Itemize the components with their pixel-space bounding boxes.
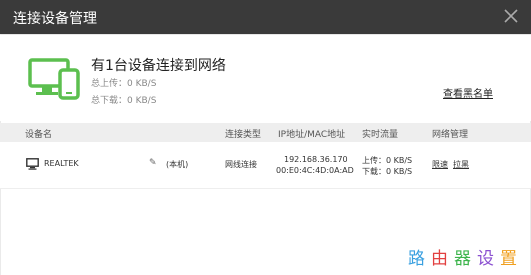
window-titlebar: 连接设备管理 (0, 0, 531, 34)
col-device-name: 设备名 (25, 130, 53, 140)
watermark-char: 由 (431, 249, 454, 269)
watermark-char: 器 (454, 249, 477, 269)
table-row: REALTEK ✎ (本机) 网线连接 192.168.36.170 00:E0… (0, 142, 531, 189)
watermark-char: 路 (408, 249, 431, 269)
watermark-char: 置 (500, 249, 523, 269)
block-link[interactable]: 拉黑 (453, 159, 469, 170)
devices-icon (28, 56, 80, 100)
upload-rate: 上传：0 KB/S (362, 156, 413, 165)
computer-icon (26, 158, 39, 170)
summary-panel: 有1台设备连接到网络 总上传：0 KB/S 总下载：0 KB/S 查看黑名单 (0, 35, 531, 121)
limit-speed-link[interactable]: 限速 (432, 159, 448, 170)
total-upload: 总上传：0 KB/S (91, 79, 157, 89)
col-ip-mac: IP地址/MAC地址 (278, 130, 346, 140)
download-rate: 下载：0 KB/S (362, 167, 413, 176)
connection-type: 网线连接 (225, 160, 257, 169)
device-name: REALTEK (44, 159, 79, 168)
col-traffic: 实时流量 (362, 130, 399, 140)
view-blacklist-link[interactable]: 查看黑名单 (443, 85, 493, 100)
connected-count-title: 有1台设备连接到网络 (91, 58, 226, 74)
close-icon[interactable] (503, 8, 519, 24)
col-net-mgmt: 网络管理 (432, 130, 469, 140)
watermark-logo: 路由器设置 (408, 244, 523, 269)
table-header: 设备名 连接类型 IP地址/MAC地址 实时流量 网络管理 (0, 123, 531, 142)
watermark-char: 设 (477, 249, 500, 269)
ip-address: 192.168.36.170 (284, 155, 348, 164)
total-download: 总下载：0 KB/S (91, 96, 157, 106)
edit-pencil-icon[interactable]: ✎ (149, 158, 157, 168)
local-machine-tag: (本机) (166, 160, 189, 169)
window-title: 连接设备管理 (13, 11, 97, 27)
col-conn-type: 连接类型 (225, 130, 262, 140)
mac-address: 00:E0:4C:4D:0A:AD (276, 166, 354, 175)
